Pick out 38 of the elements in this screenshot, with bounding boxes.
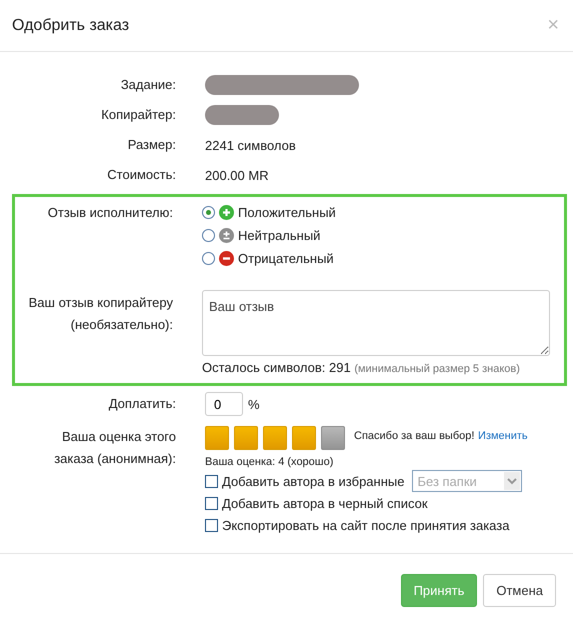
feedback-textarea[interactable]: Ваш отзыв [202, 290, 550, 356]
checkbox-label: Экспортировать на сайт после принятия заказа [222, 518, 510, 532]
remaining-count: Осталось символов: 291 [202, 360, 351, 375]
field-value: 2241 символов [205, 138, 297, 152]
checkbox-label: Добавить автора в избранные [222, 474, 404, 488]
field-label: Стоимость: [106, 167, 176, 183]
thanks-text: Спасибо за ваш выбор! [354, 430, 474, 442]
plus-minus-icon [219, 228, 234, 243]
change-link[interactable]: Изменить [478, 430, 528, 442]
field-label: Задание: [120, 77, 176, 93]
field-label: заказа (анонимная): [53, 450, 176, 468]
rating-summary: Ваша оценка: 4 (хорошо) [205, 456, 334, 468]
field-value: 200.00 MR [205, 168, 270, 182]
option-label: Отрицательный [238, 251, 334, 266]
checkbox[interactable] [205, 474, 218, 488]
field-label: Ваша оценка этого [61, 428, 176, 446]
radio-button[interactable] [202, 252, 215, 265]
checkbox[interactable] [205, 518, 218, 532]
length-hint: (минимальный размер 5 знаков) [354, 363, 520, 375]
plus-icon [219, 205, 234, 220]
chevron-down-icon [504, 472, 520, 490]
field-label: (необязательно): [70, 316, 173, 334]
field-label: Копирайтер: [100, 107, 176, 123]
checkbox-label: Добавить автора в черный список [222, 496, 428, 510]
minus-icon [219, 251, 234, 266]
field-label: Размер: [126, 137, 176, 153]
field-label: Доплатить: [108, 396, 176, 412]
extra-pay-input[interactable]: 0 [205, 392, 243, 416]
option-label: Положительный [238, 205, 336, 220]
checkbox[interactable] [205, 496, 218, 510]
radio-button[interactable] [202, 229, 215, 242]
percent-sign: % [248, 396, 260, 412]
field-label: Ваш отзыв копирайтеру [28, 294, 173, 312]
radio-button[interactable] [202, 206, 215, 219]
cancel-button[interactable]: Отмена [483, 574, 556, 606]
option-label: Нейтральный [238, 228, 320, 243]
dialog-title: Одобрить заказ [12, 16, 130, 34]
field-label: Отзыв исполнителю: [46, 205, 173, 222]
